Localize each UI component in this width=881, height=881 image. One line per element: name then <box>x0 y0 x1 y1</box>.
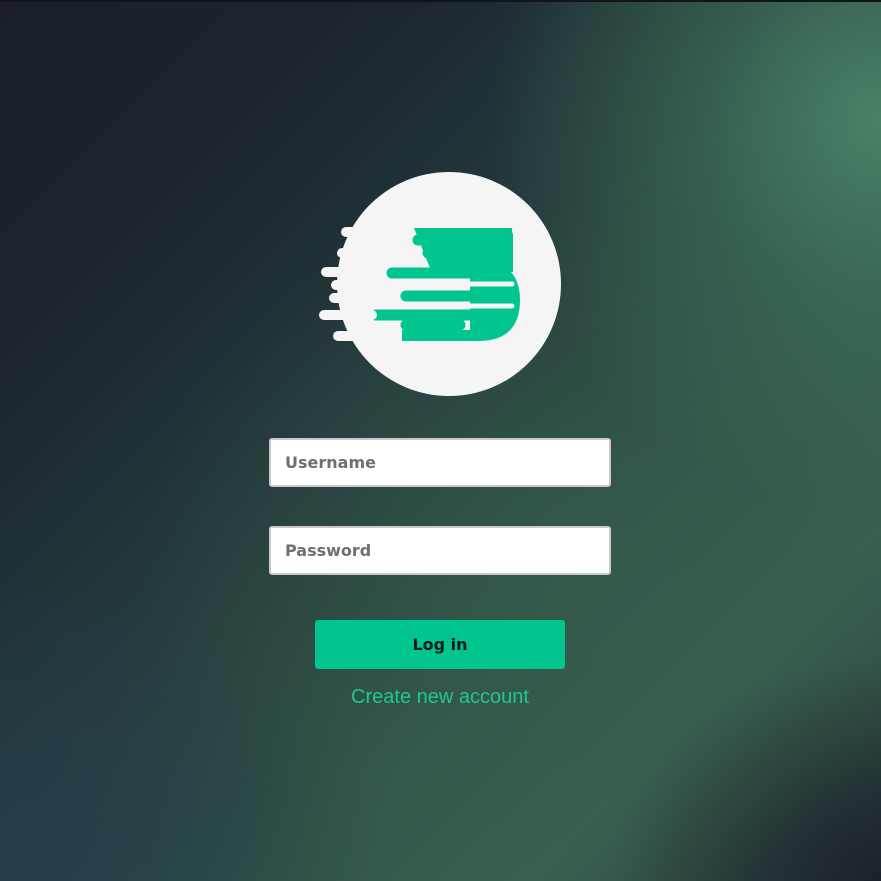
create-account-link[interactable]: Create new account <box>240 686 640 709</box>
password-input[interactable] <box>269 526 611 575</box>
speed-s-logo-icon <box>319 172 561 396</box>
username-input[interactable] <box>269 438 611 487</box>
app-logo <box>315 170 565 400</box>
top-border <box>0 0 881 2</box>
login-button[interactable]: Log in <box>315 620 565 669</box>
